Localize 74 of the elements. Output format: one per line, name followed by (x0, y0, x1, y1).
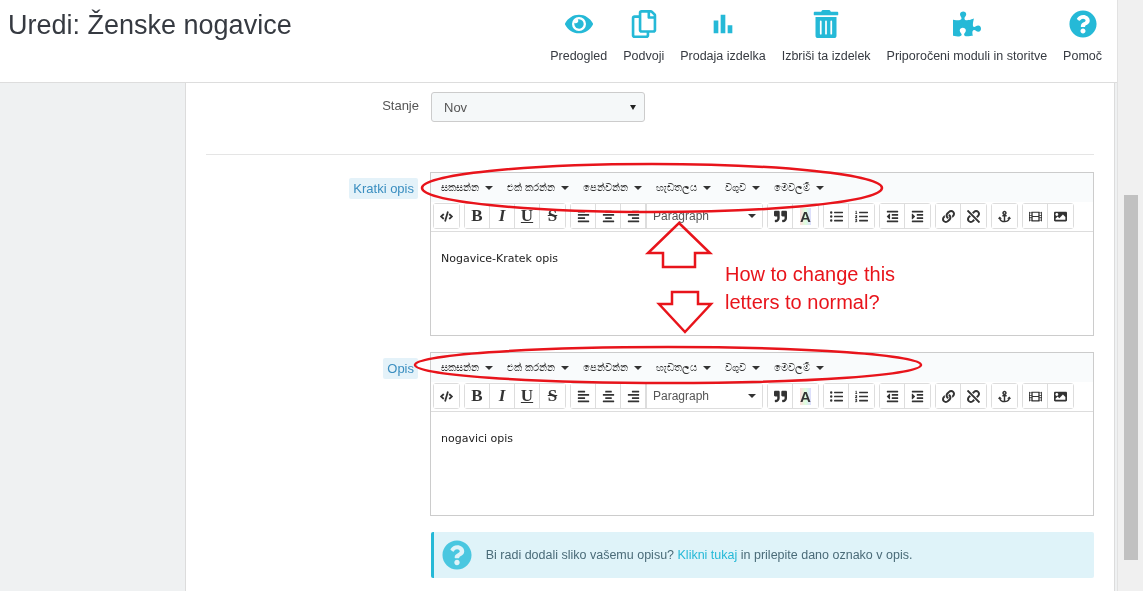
toolbar-action[interactable]: Pomoč (1056, 6, 1109, 82)
block-format-select[interactable]: Paragraph (646, 384, 762, 408)
condition-select[interactable]: Nov (431, 92, 645, 122)
video-icon (1028, 389, 1042, 403)
editor-text[interactable]: nogavici opis (441, 432, 514, 445)
image-icon (1054, 209, 1067, 223)
source-code-icon (440, 209, 453, 223)
up-arrow-drawing (644, 221, 714, 269)
unlink-icon (967, 209, 980, 223)
editor-menu[interactable]: හැඩතලය (650, 361, 718, 374)
down-arrow-drawing (656, 290, 714, 334)
unlink-icon (967, 389, 980, 403)
toolbar-action[interactable]: Podvoji (616, 6, 672, 82)
align-left-button[interactable] (571, 384, 596, 408)
editor-text[interactable]: Nogavice-Kratek opis (441, 252, 558, 265)
toolbar-action[interactable]: Izbriši ta izdelek (774, 6, 878, 82)
video-button[interactable] (1023, 204, 1048, 228)
field-label: Opis (383, 358, 418, 379)
link-button[interactable] (936, 384, 961, 408)
align-right-icon (626, 389, 640, 403)
align-center-icon (601, 389, 615, 403)
numbered-list-icon (855, 389, 868, 403)
bullet-list-button[interactable] (824, 384, 849, 408)
anchor-button[interactable] (992, 384, 1017, 408)
outdent-icon (885, 389, 899, 403)
source-code-button[interactable] (434, 384, 459, 408)
bullet-list-icon (829, 389, 843, 403)
source-code-icon (440, 389, 453, 403)
align-left-icon (576, 389, 590, 403)
scrollbar[interactable] (1117, 0, 1143, 591)
link-button[interactable] (936, 204, 961, 228)
editor-menu[interactable]: මෙවලම් (768, 361, 831, 374)
editor-menu[interactable]: පෙන්වන්න (577, 361, 649, 374)
page-title: Uredi: Ženske nogavice (8, 10, 292, 41)
video-icon (1028, 209, 1042, 223)
align-left-button[interactable] (571, 204, 596, 228)
bullet-list-icon (829, 209, 843, 223)
indent-icon (911, 389, 924, 403)
numbered-list-icon (855, 209, 868, 223)
editor-menu[interactable]: එක් කරන්න (501, 361, 576, 374)
toolbar-action[interactable]: Priporočeni moduli in storitve (879, 6, 1055, 82)
toolbar-action[interactable]: Prodaja izdelka (673, 6, 773, 82)
editor-menu[interactable]: වගුව (719, 361, 767, 374)
link-icon (941, 209, 955, 223)
outdent-button[interactable] (880, 384, 905, 408)
blockquote-icon (773, 389, 787, 403)
editor-menu[interactable]: සකසන්න (435, 361, 499, 374)
blockquote-icon (773, 209, 787, 223)
blockquote-button[interactable] (768, 384, 793, 408)
bold-button[interactable]: B (465, 384, 490, 408)
toolbar-action[interactable]: Predogled (543, 6, 615, 82)
info-text: Bi radi dodali sliko vašemu opisu? Klikni tukaj in prilepite dano oznako v opis. (485, 548, 913, 562)
bullet-list-button[interactable] (824, 204, 849, 228)
image-icon (1054, 389, 1067, 403)
anchor-icon (998, 209, 1011, 223)
editor-menu[interactable]: හැඩතලය (650, 181, 718, 194)
outdent-button[interactable] (880, 204, 905, 228)
field-label: Stanje (382, 97, 419, 115)
editor-menu[interactable]: එක් කරන්න (501, 181, 576, 194)
outdent-icon (885, 209, 899, 223)
editor-menu[interactable]: වගුව (719, 181, 767, 194)
anchor-icon (998, 389, 1011, 403)
editor-menu[interactable]: සකසන්න (435, 181, 499, 194)
editor-menu[interactable]: මෙවලම් (768, 181, 831, 194)
anchor-button[interactable] (992, 204, 1017, 228)
help-icon (441, 540, 472, 570)
link-icon (941, 389, 955, 403)
video-button[interactable] (1023, 384, 1048, 408)
annotation-text: How to change this letters to normal? (725, 262, 897, 315)
editor-menu[interactable]: පෙන්වන්න (577, 181, 649, 194)
bold-button[interactable]: B (465, 204, 490, 228)
source-code-button[interactable] (434, 204, 459, 228)
indent-icon (911, 209, 924, 223)
field-label: Kratki opis (349, 178, 418, 199)
